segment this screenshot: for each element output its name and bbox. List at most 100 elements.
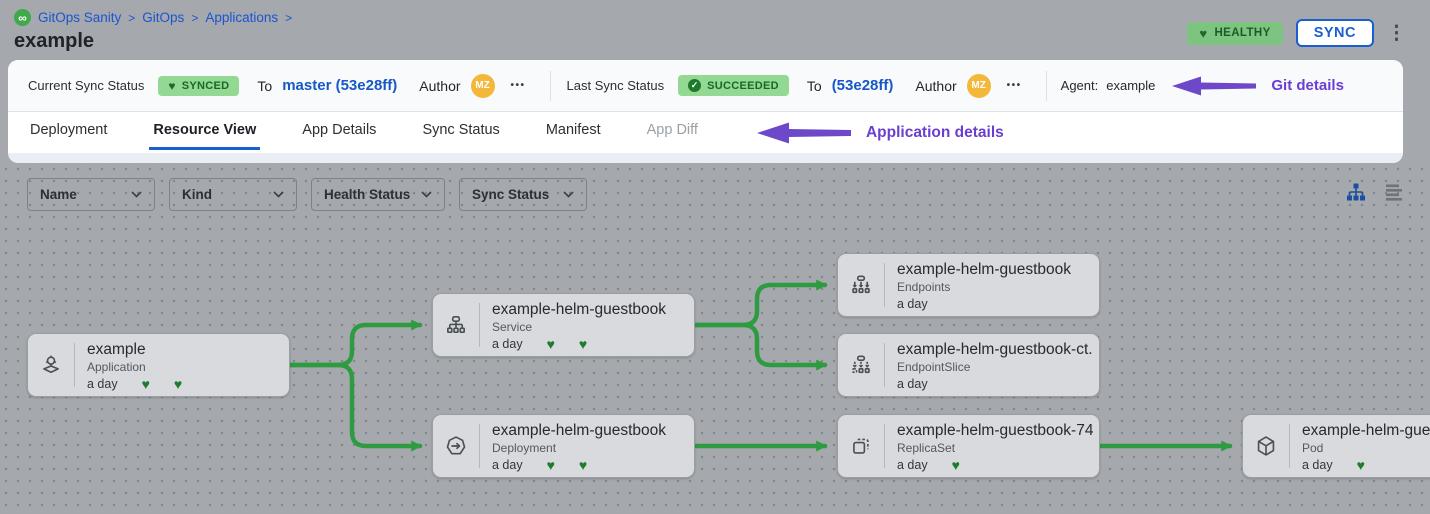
node-age: a day — [897, 297, 928, 311]
tab-app-details[interactable]: App Details — [298, 112, 380, 150]
tab-app-diff[interactable]: App Diff — [643, 112, 702, 150]
last-sync-status-label: Last Sync Status — [567, 78, 665, 93]
node-title: example — [87, 341, 283, 359]
service-icon — [433, 294, 479, 356]
succeeded-badge-label: SUCCEEDED — [707, 80, 779, 92]
tree-view-icon[interactable] — [1345, 181, 1367, 203]
graph-node-pod[interactable]: example-helm-guest Pod a day ♥ — [1242, 414, 1430, 478]
agent-label: Agent: — [1061, 78, 1099, 93]
kebab-menu-icon[interactable]: ⋮ — [1387, 24, 1406, 43]
pod-icon — [1243, 415, 1289, 477]
graph-node-deployment[interactable]: example-helm-guestbook Deployment a day … — [432, 414, 695, 478]
node-age: a day — [492, 458, 523, 472]
filter-label: Name — [40, 187, 77, 202]
app-header-card: Current Sync Status ♥ SYNCED To master (… — [8, 60, 1403, 163]
tab-manifest[interactable]: Manifest — [542, 112, 605, 150]
graph-node-endpoints[interactable]: example-helm-guestbook Endpoints a day — [837, 253, 1100, 317]
author-avatar: MZ — [967, 74, 991, 98]
health-heart-icon: ♥ — [142, 377, 150, 391]
to-label: To — [257, 78, 272, 94]
list-view-icon[interactable] — [1384, 182, 1404, 202]
graph-node-endpointslice[interactable]: example-helm-guestbook-ct... EndpointSli… — [837, 333, 1100, 397]
filter-sync-status-dropdown[interactable]: Sync Status — [459, 178, 587, 211]
tab-deployment[interactable]: Deployment — [26, 112, 111, 150]
sync-button[interactable]: SYNC — [1296, 19, 1374, 47]
application-details-annotation: Application details — [866, 124, 1004, 142]
deployment-icon — [433, 415, 479, 477]
node-body: example-helm-guestbook Endpoints a day — [885, 254, 1099, 316]
annotation-arrow-left-icon — [1171, 74, 1257, 98]
resource-graph-canvas[interactable]: Name Kind Health Status Sync Status — [0, 163, 1430, 514]
author-avatar: MZ — [471, 74, 495, 98]
node-title: example-helm-guestbook — [897, 261, 1093, 279]
node-body: example-helm-guestbook Service a day ♥ ♥ — [480, 294, 694, 356]
author-label: Author — [419, 78, 460, 94]
more-options-icon[interactable]: ••• — [511, 80, 526, 91]
breadcrumb: ∞ GitOps Sanity > GitOps > Applications … — [14, 9, 292, 26]
node-age: a day — [1302, 458, 1333, 472]
node-age: a day — [897, 458, 928, 472]
node-kind: Deployment — [492, 441, 688, 455]
node-age: a day — [897, 377, 928, 391]
node-title: example-helm-guestbook — [492, 422, 688, 440]
synced-badge-label: SYNCED — [182, 80, 230, 92]
node-title: example-helm-guest — [1302, 422, 1430, 440]
endpoints-icon — [838, 254, 884, 316]
endpointslice-icon — [838, 334, 884, 396]
node-kind: ReplicaSet — [897, 441, 1093, 455]
node-kind: Application — [87, 360, 283, 374]
agent-value: example — [1106, 78, 1155, 93]
node-title: example-helm-guestbook-74... — [897, 422, 1093, 440]
resource-filters: Name Kind Health Status Sync Status — [27, 178, 587, 211]
annotation-arrow-left-icon — [756, 120, 852, 146]
check-icon: ✓ — [688, 79, 701, 92]
tab-resource-view[interactable]: Resource View — [149, 112, 260, 150]
node-age: a day — [87, 377, 118, 391]
health-status-badge: ♥ HEALTHY — [1187, 22, 1282, 45]
header-actions: ♥ HEALTHY SYNC ⋮ — [1187, 19, 1406, 47]
health-heart-icon: ♥ — [579, 458, 587, 472]
breadcrumb-item-gitops[interactable]: GitOps — [142, 10, 184, 25]
tab-sync-status[interactable]: Sync Status — [418, 112, 503, 150]
synced-badge: ♥ SYNCED — [158, 76, 239, 96]
node-meta: a day ♥ — [1302, 458, 1430, 472]
node-body: example-helm-guestbook Deployment a day … — [480, 415, 694, 477]
filter-label: Sync Status — [472, 187, 549, 202]
more-options-icon[interactable]: ••• — [1007, 80, 1022, 91]
heart-icon: ♥ — [168, 80, 175, 92]
node-meta: a day — [897, 377, 1093, 391]
to-label: To — [807, 78, 822, 94]
graph-node-service[interactable]: example-helm-guestbook Service a day ♥ ♥ — [432, 293, 695, 357]
breadcrumb-item-gitops-sanity[interactable]: GitOps Sanity — [38, 10, 121, 25]
application-icon — [28, 334, 74, 396]
node-body: example-helm-guest Pod a day ♥ — [1290, 415, 1430, 477]
graph-node-replicaset[interactable]: example-helm-guestbook-74... ReplicaSet … — [837, 414, 1100, 478]
last-revision-link[interactable]: (53e28ff) — [832, 77, 894, 94]
filter-kind-dropdown[interactable]: Kind — [169, 178, 297, 211]
health-heart-icon: ♥ — [579, 337, 587, 351]
view-toggle — [1345, 181, 1404, 203]
filter-health-status-dropdown[interactable]: Health Status — [311, 178, 445, 211]
graph-node-application[interactable]: example Application a day ♥ ♥ — [27, 333, 290, 397]
filter-label: Kind — [182, 187, 212, 202]
node-meta: a day ♥ ♥ — [87, 377, 283, 391]
replicaset-icon — [838, 415, 884, 477]
node-body: example Application a day ♥ ♥ — [75, 334, 289, 396]
node-kind: Endpoints — [897, 280, 1093, 294]
heart-icon: ♥ — [1199, 27, 1207, 40]
health-heart-icon: ♥ — [174, 377, 182, 391]
health-badge-label: HEALTHY — [1214, 27, 1270, 39]
health-heart-icon: ♥ — [547, 458, 555, 472]
breadcrumb-separator: > — [128, 11, 135, 25]
page-title: example — [14, 30, 94, 53]
chevron-down-icon — [421, 191, 432, 198]
chevron-down-icon — [131, 191, 142, 198]
node-kind: EndpointSlice — [897, 360, 1093, 374]
filter-name-dropdown[interactable]: Name — [27, 178, 155, 211]
current-revision-link[interactable]: master (53e28ff) — [282, 77, 397, 94]
breadcrumb-separator: > — [285, 11, 292, 25]
author-label: Author — [915, 78, 956, 94]
breadcrumb-item-applications[interactable]: Applications — [205, 10, 278, 25]
filter-label: Health Status — [324, 187, 410, 202]
node-age: a day — [492, 337, 523, 351]
